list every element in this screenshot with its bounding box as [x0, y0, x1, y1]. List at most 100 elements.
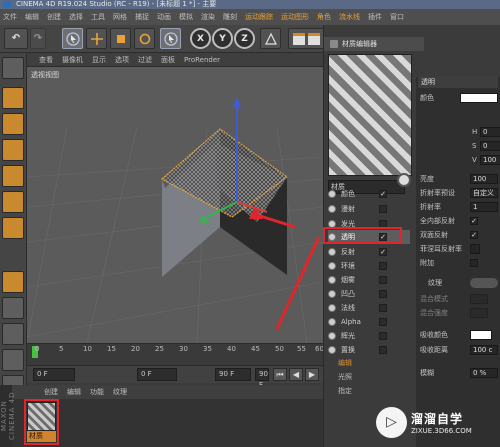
- menu-motion-tracking[interactable]: 运动跟踪: [245, 12, 273, 22]
- render-view-button[interactable]: [288, 28, 326, 49]
- current-frame-field[interactable]: 0 F: [137, 368, 177, 381]
- channel-fog[interactable]: 烟雾: [328, 273, 410, 287]
- channel-displacement[interactable]: 置换: [328, 343, 410, 357]
- material-menu-function[interactable]: 功能: [90, 387, 104, 397]
- channel-checkbox[interactable]: [379, 318, 387, 326]
- snap-icon[interactable]: [2, 323, 24, 345]
- section-illumination[interactable]: 光照: [338, 372, 352, 382]
- move-tool-button[interactable]: [86, 28, 107, 49]
- play-button[interactable]: ▶: [305, 368, 319, 381]
- menu-create[interactable]: 创建: [47, 12, 61, 22]
- section-editor[interactable]: 编辑: [338, 358, 352, 368]
- mix-strength-field[interactable]: [470, 308, 488, 318]
- viewport-menu-prorender[interactable]: ProRender: [184, 56, 220, 64]
- channel-color[interactable]: 颜色 ✓: [328, 187, 410, 201]
- menu-mesh[interactable]: 网格: [113, 12, 127, 22]
- recent-tool-button[interactable]: [160, 28, 181, 49]
- viewport-menu-view[interactable]: 查看: [39, 55, 53, 65]
- model-mode-icon[interactable]: [2, 87, 24, 109]
- scale-tool-button[interactable]: [110, 28, 131, 49]
- menu-render[interactable]: 渲染: [201, 12, 215, 22]
- channel-environment[interactable]: 环境: [328, 259, 410, 273]
- edges-mode-icon[interactable]: [2, 191, 24, 213]
- polygons-mode-icon[interactable]: [2, 217, 24, 239]
- perspective-viewport[interactable]: 透视视图: [27, 67, 323, 343]
- saturation-field[interactable]: 0: [480, 141, 500, 151]
- refraction-preset-select[interactable]: 自定义: [470, 188, 498, 198]
- undo-button[interactable]: ↶: [4, 28, 28, 49]
- menu-simulate[interactable]: 模拟: [179, 12, 193, 22]
- channel-checkbox[interactable]: [379, 346, 387, 354]
- prev-key-button[interactable]: ◀: [289, 368, 303, 381]
- timeline-ruler[interactable]: 0 5 10 15 20 25 30 35 40 45 50 55 60: [27, 343, 324, 365]
- material-menu-edit[interactable]: 编辑: [67, 387, 81, 397]
- material-menu-create[interactable]: 创建: [44, 387, 58, 397]
- viewport-menu-cameras[interactable]: 摄像机: [62, 55, 83, 65]
- menu-plugins[interactable]: 插件: [368, 12, 382, 22]
- channel-diffusion[interactable]: 漫射: [328, 202, 410, 216]
- channel-checkbox[interactable]: ✓: [379, 248, 387, 256]
- workplane-mode-icon[interactable]: [2, 139, 24, 161]
- additive-checkbox[interactable]: [470, 259, 478, 267]
- channel-reflectance[interactable]: 反射 ✓: [328, 245, 410, 259]
- channel-checkbox[interactable]: [379, 290, 387, 298]
- color-swatch[interactable]: [460, 93, 498, 103]
- channel-alpha[interactable]: Alpha: [328, 315, 410, 329]
- menu-select[interactable]: 选择: [69, 12, 83, 22]
- end-frame-field[interactable]: 90 F: [215, 368, 251, 381]
- channel-checkbox[interactable]: ✓: [379, 190, 387, 198]
- points-mode-icon[interactable]: [2, 165, 24, 187]
- brightness-field[interactable]: 100: [470, 174, 498, 184]
- menu-sculpt[interactable]: 雕刻: [223, 12, 237, 22]
- select-tool-button[interactable]: [62, 28, 83, 49]
- fresnel-field[interactable]: [470, 244, 480, 254]
- viewport-menu-display[interactable]: 显示: [92, 55, 106, 65]
- mix-mode-select[interactable]: [470, 294, 488, 304]
- tweak-mode-icon[interactable]: [2, 297, 24, 319]
- menu-character[interactable]: 角色: [317, 12, 331, 22]
- menu-tools[interactable]: 工具: [91, 12, 105, 22]
- channel-checkbox[interactable]: [379, 332, 387, 340]
- menu-window[interactable]: 窗口: [390, 12, 404, 22]
- value-field[interactable]: 100: [480, 155, 500, 165]
- menu-file[interactable]: 文件: [3, 12, 17, 22]
- channel-checkbox[interactable]: [379, 304, 387, 312]
- material-preview[interactable]: [328, 54, 412, 176]
- menu-pipeline[interactable]: 流水线: [339, 12, 360, 22]
- absorb-color-swatch[interactable]: [470, 330, 492, 340]
- y-axis-lock-button[interactable]: Y: [212, 28, 233, 49]
- workplane-lock-icon[interactable]: [2, 349, 24, 371]
- menu-edit[interactable]: 编辑: [25, 12, 39, 22]
- start-frame-field[interactable]: 0 F: [33, 368, 75, 381]
- section-assign[interactable]: 指定: [338, 386, 352, 396]
- double-reflection-checkbox[interactable]: ✓: [470, 231, 478, 239]
- absorb-distance-field[interactable]: 100 c: [470, 345, 498, 355]
- coordinate-system-button[interactable]: [260, 28, 281, 49]
- menu-animate[interactable]: 动画: [157, 12, 171, 22]
- texture-button[interactable]: [470, 278, 498, 288]
- make-editable-icon[interactable]: [2, 57, 24, 79]
- texture-mode-icon[interactable]: [2, 113, 24, 135]
- viewport-menu-filter[interactable]: 过滤: [138, 55, 152, 65]
- channel-glow[interactable]: 辉光: [328, 329, 410, 343]
- channel-checkbox[interactable]: [379, 262, 387, 270]
- hue-field[interactable]: 0: [480, 127, 500, 137]
- max-frame-field[interactable]: 90 F: [255, 368, 269, 389]
- material-options-icon[interactable]: [397, 173, 411, 187]
- total-reflection-checkbox[interactable]: ✓: [470, 217, 478, 225]
- redo-button[interactable]: ↷: [30, 28, 46, 49]
- refraction-field[interactable]: 1: [470, 202, 498, 212]
- channel-bump[interactable]: 凹凸: [328, 287, 410, 301]
- rotate-tool-button[interactable]: [134, 28, 155, 49]
- menu-snap[interactable]: 捕捉: [135, 12, 149, 22]
- material-menu-texture[interactable]: 纹理: [113, 387, 127, 397]
- menu-mograph[interactable]: 运动图形: [281, 12, 309, 22]
- viewport-menu-panel[interactable]: 面板: [161, 55, 175, 65]
- axis-mode-icon[interactable]: [2, 271, 24, 293]
- go-to-start-button[interactable]: ⏮: [273, 368, 287, 381]
- x-axis-lock-button[interactable]: X: [190, 28, 211, 49]
- z-axis-lock-button[interactable]: Z: [234, 28, 255, 49]
- channel-normal[interactable]: 法线: [328, 301, 410, 315]
- viewport-menu-options[interactable]: 选项: [115, 55, 129, 65]
- channel-checkbox[interactable]: [379, 205, 387, 213]
